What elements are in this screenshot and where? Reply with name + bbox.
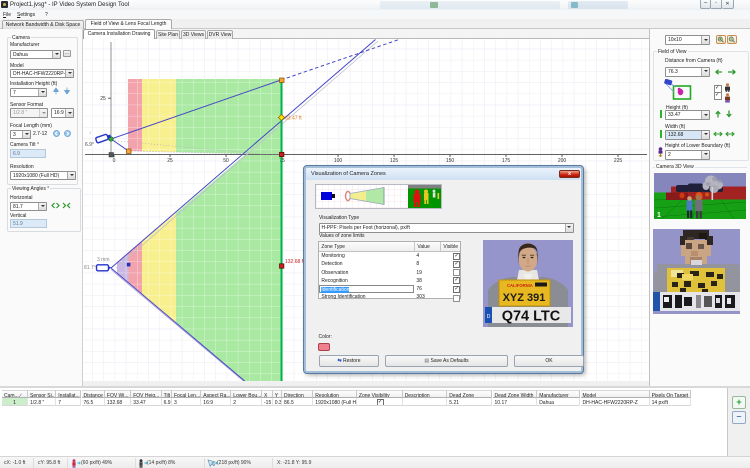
svg-text:175: 175	[502, 158, 511, 164]
svg-text:D: D	[487, 314, 491, 320]
svg-text:81.7°: 81.7°	[84, 265, 96, 271]
svg-text:100: 100	[334, 158, 343, 164]
svg-text:50: 50	[223, 158, 229, 164]
svg-text:132.68 ft: 132.68 ft	[285, 259, 305, 265]
svg-text:1: 1	[657, 212, 661, 219]
svg-text:6.9°: 6.9°	[85, 142, 94, 148]
svg-text:3 mm: 3 mm	[97, 257, 110, 263]
svg-text:Q74 LTC: Q74 LTC	[502, 308, 561, 324]
svg-text:25: 25	[167, 158, 173, 164]
svg-text:33.47 ft: 33.47 ft	[285, 116, 302, 122]
svg-text:200: 200	[558, 158, 567, 164]
svg-text:150: 150	[446, 158, 455, 164]
svg-text:225: 225	[614, 158, 623, 164]
svg-text:XYZ 391: XYZ 391	[503, 292, 546, 304]
svg-text:25: 25	[100, 96, 106, 102]
svg-text:125: 125	[390, 158, 399, 164]
svg-text:CALIFORNIA: CALIFORNIA	[507, 283, 533, 288]
svg-text:0: 0	[113, 158, 116, 164]
